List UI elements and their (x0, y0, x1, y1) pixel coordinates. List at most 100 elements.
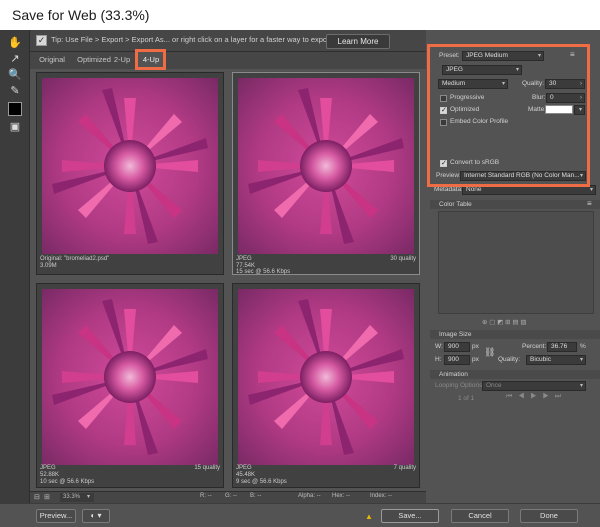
preview-profile-value: Internet Standard RGB (No Color Man... (464, 172, 580, 179)
chevron-down-icon: ▾ (579, 173, 583, 179)
percent-value: 36.76 (551, 343, 568, 350)
preview-quality: 7 quality (393, 465, 416, 471)
metadata-select[interactable]: None ▾ (462, 185, 596, 195)
frame-counter: 1 of 1 (458, 395, 475, 402)
animation-controls-icon[interactable]: ⏮ ◀ ▶ ▶ ⏭ (506, 393, 563, 401)
chevron-down-icon: ▾ (579, 383, 583, 389)
preset-value: JPEG Medium (466, 52, 508, 59)
embed-profile-label: Embed Color Profile (450, 118, 509, 125)
width-value: 900 (448, 343, 459, 350)
format-select[interactable]: JPEG ▾ (442, 65, 522, 75)
status-bar: ⊟ ⊞ 33.3% ▾ R: -- G: -- B: -- Alpha: -- … (30, 491, 426, 503)
quality-input[interactable]: 30 › (545, 79, 585, 89)
preview-quality: 30 quality (390, 256, 416, 262)
color-table-title: Color Table (430, 200, 600, 209)
tab-2-up[interactable]: 2-Up (110, 52, 134, 69)
convert-srgb-checkbox[interactable] (440, 159, 447, 167)
matte-color-swatch[interactable] (545, 105, 573, 114)
percent-input[interactable]: 36.76 (547, 342, 577, 352)
eyedropper-tool-icon[interactable]: ✎ (8, 84, 22, 98)
zoom-in-icon[interactable]: ⊞ (44, 493, 50, 501)
metadata-label: Metadata: (434, 186, 463, 193)
blur-value: 0 (550, 94, 554, 101)
zoom-tool-icon[interactable]: 🔍 (8, 68, 22, 82)
chevron-down-icon: ▾ (537, 53, 541, 59)
tab-original[interactable]: Original (34, 52, 70, 69)
done-button[interactable]: Done (520, 509, 578, 523)
preview-optimized-3[interactable]: JPEG 45.48K 9 sec @ 56.6 Kbps 7 quality (232, 283, 420, 488)
optimized-label: Optimized (450, 106, 480, 113)
zoom-dropdown-icon[interactable]: ▾ (87, 493, 90, 500)
width-label: W: (435, 343, 443, 350)
compression-value: Medium (442, 80, 466, 87)
green-readout: G: -- (225, 493, 237, 499)
warning-icon: ▲ (365, 512, 373, 521)
preview-profile-select[interactable]: Internet Standard RGB (No Color Man... ▾ (460, 171, 586, 181)
convert-srgb-label: Convert to sRGB (450, 159, 500, 166)
matte-label: Matte: (528, 106, 547, 113)
preview-button[interactable]: Preview... (36, 509, 76, 523)
link-icon[interactable]: ⛓ (484, 347, 495, 358)
settings-panel: Preset: JPEG Medium ▾ ≡ JPEG ▾ Medium ▾ Qua… (430, 44, 600, 517)
flower-image (42, 78, 218, 254)
percent-unit: % (580, 343, 586, 350)
preview-caption-line2: 3.09M (40, 263, 57, 269)
preview-quality: 15 quality (194, 465, 220, 471)
animation-title: Animation (430, 370, 600, 379)
compression-select[interactable]: Medium ▾ (438, 79, 508, 89)
resample-quality-select[interactable]: Bicubic ▾ (526, 355, 586, 365)
preset-select[interactable]: JPEG Medium ▾ (462, 51, 544, 61)
preset-label: Preset: (439, 52, 460, 59)
color-table-actions-icon[interactable]: ⊕ ▢ ◩ ⊞ ▤ ▨ (482, 318, 527, 326)
percent-label: Percent: (522, 343, 547, 350)
width-input[interactable]: 900 (444, 342, 470, 352)
resample-quality-label: Quality: (498, 356, 521, 363)
toggle-slices-icon[interactable]: ▣ (8, 120, 22, 134)
looping-label: Looping Options: (435, 382, 485, 389)
preview-optimized-2[interactable]: JPEG 52.88K 10 sec @ 56.6 Kbps 15 qualit… (36, 283, 224, 488)
window-title: Save for Web (33.3%) (0, 0, 600, 30)
color-table-area (438, 211, 594, 314)
flower-image (42, 289, 218, 465)
resample-quality-value: Bicubic (530, 356, 551, 363)
chevron-down-icon: ▾ (578, 107, 582, 113)
width-unit: px (472, 343, 479, 350)
image-size-title: Image Size (430, 330, 600, 339)
preview-label: Preview: (436, 172, 461, 179)
preview-optimized-1[interactable]: JPEG 77.54K 15 sec @ 56.6 Kbps 30 qualit… (232, 72, 420, 275)
height-input[interactable]: 900 (444, 355, 470, 365)
panel-menu-icon[interactable]: ≡ (570, 50, 575, 59)
browser-preview-icon[interactable]: ◐ ▾ (82, 509, 110, 523)
hand-tool-icon[interactable]: ✋ (8, 36, 22, 50)
tip-bar: ✓ Tip: Use File > Export > Export As... … (30, 30, 426, 52)
zoom-out-icon[interactable]: ⊟ (34, 493, 40, 501)
blue-readout: B: -- (250, 493, 262, 499)
save-button[interactable]: Save... (381, 509, 439, 523)
view-tabs: Original Optimized 2-Up 4-Up (30, 52, 426, 69)
quality-label: Quality: (522, 80, 545, 87)
index-readout: Index: -- (370, 493, 393, 499)
progressive-checkbox[interactable] (440, 95, 447, 102)
embed-profile-checkbox[interactable] (440, 119, 447, 126)
slice-select-tool-icon[interactable]: ↗ (8, 52, 22, 66)
preview-original[interactable]: Original: "bromeliad2.psd" 3.09M (36, 72, 224, 275)
bottom-bar: Preview... ◐ ▾ ▲ Save... Cancel Done (0, 503, 600, 527)
color-table-menu-icon[interactable]: ≡ (587, 199, 592, 208)
matte-dropdown[interactable]: ▾ (574, 105, 585, 115)
height-label: H: (435, 356, 442, 363)
chevron-right-icon: › (580, 81, 582, 87)
blur-label: Blur: (532, 94, 546, 101)
tab-4-up[interactable]: 4-Up (138, 52, 164, 69)
chevron-down-icon: ▾ (515, 67, 519, 73)
learn-more-button[interactable]: Learn More (326, 34, 390, 49)
chevron-down-icon: ▾ (579, 357, 583, 363)
blur-input[interactable]: 0 › (546, 93, 585, 103)
tip-checkbox[interactable]: ✓ (36, 35, 47, 46)
optimized-checkbox[interactable] (440, 106, 447, 114)
looping-value: Once (486, 382, 502, 389)
looping-select[interactable]: Once ▾ (482, 381, 586, 391)
cancel-button[interactable]: Cancel (451, 509, 509, 523)
save-for-web-window: Save for Web (33.3%) ✋ ↗ 🔍 ✎ ▣ ✓ Tip: Us… (0, 0, 600, 527)
preview-download-time: 10 sec @ 56.6 Kbps (40, 479, 95, 485)
eyedropper-color-swatch[interactable] (8, 102, 22, 116)
